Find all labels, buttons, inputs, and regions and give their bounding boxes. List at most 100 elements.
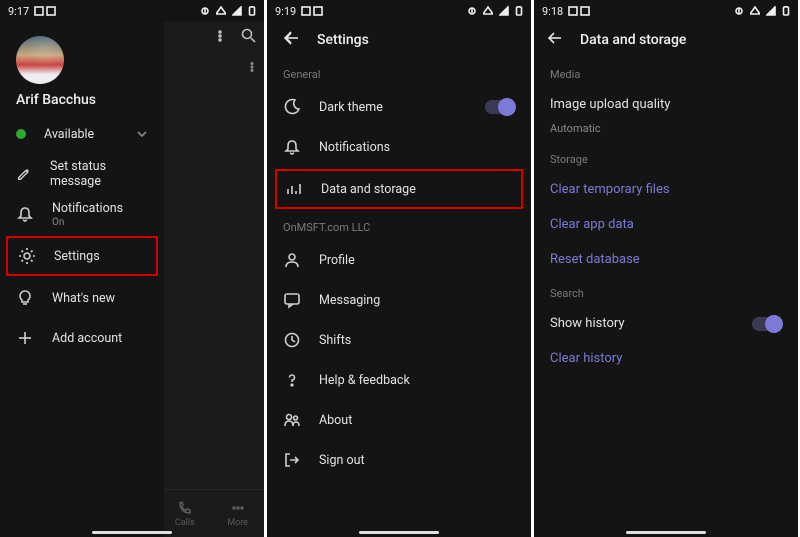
back-icon[interactable] (546, 29, 564, 51)
item-clear-app[interactable]: Clear app data (534, 207, 798, 242)
home-indicator[interactable] (626, 531, 706, 534)
gear-icon (18, 247, 36, 265)
screen-settings: 9:19 Settings General Dark theme (267, 0, 531, 537)
presence-label: Available (44, 127, 94, 142)
chat-icon (283, 291, 301, 309)
drawer-item-add-account[interactable]: Add account (0, 318, 164, 358)
screen-hamburger: 9:17 Arif Bacchus Ava (0, 0, 264, 537)
home-indicator[interactable] (92, 531, 172, 534)
search-icon[interactable] (241, 28, 256, 47)
data-storage-label: Data and storage (321, 182, 416, 197)
statusbar: 9:18 (534, 0, 798, 22)
whats-new-label: What's new (52, 291, 115, 306)
bottom-tab-more[interactable]: More (211, 490, 264, 537)
item-reset-db[interactable]: Reset database (534, 242, 798, 277)
notif-icons (568, 6, 590, 16)
status-right-icons (200, 6, 256, 17)
messaging-label: Messaging (319, 293, 380, 308)
clock: 9:19 (275, 5, 296, 18)
show-history-toggle[interactable] (752, 317, 782, 331)
settings-item-about[interactable]: About (267, 400, 531, 440)
item-image-upload-quality[interactable]: Image upload quality (534, 87, 798, 122)
profile-icon (283, 251, 301, 269)
show-history-label: Show history (550, 316, 625, 331)
signout-label: Sign out (319, 453, 365, 468)
item-show-history[interactable]: Show history (534, 306, 798, 341)
set-status-label: Set status message (50, 159, 148, 189)
drawer-item-set-status[interactable]: Set status message (0, 154, 164, 194)
presence-dot-icon (16, 129, 26, 139)
clear-app-label: Clear app data (550, 217, 634, 232)
screen-data-storage: 9:18 Data and storage Media Image upload… (534, 0, 798, 537)
more-tab-label: More (227, 518, 248, 528)
status-right-icons (734, 6, 790, 17)
appbar: Settings (267, 22, 531, 58)
clear-history-label: Clear history (550, 351, 622, 366)
drawer-item-whats-new[interactable]: What's new (0, 278, 164, 318)
data-icon (285, 180, 303, 198)
notifications-label: Notifications (52, 201, 123, 216)
lightbulb-icon (16, 289, 34, 307)
section-search: Search (534, 277, 798, 306)
back-icon[interactable] (279, 29, 301, 51)
home-indicator[interactable] (359, 531, 439, 534)
reset-db-label: Reset database (550, 252, 640, 267)
plus-icon (16, 329, 34, 347)
bell-icon (16, 205, 34, 223)
section-general: General (267, 58, 531, 87)
avatar[interactable] (16, 36, 64, 84)
notif-icons (34, 6, 56, 16)
clock: 9:17 (8, 5, 29, 18)
about-label: About (319, 413, 352, 428)
item-clear-temp[interactable]: Clear temporary files (534, 172, 798, 207)
dark-theme-label: Dark theme (319, 100, 383, 115)
nav-drawer: Arif Bacchus Available Set status messag… (0, 22, 164, 537)
strip-more-vert-icon[interactable] (246, 58, 258, 77)
drawer-item-notifications[interactable]: Notifications On (0, 194, 164, 234)
notif-icons (301, 6, 323, 16)
shifts-label: Shifts (319, 333, 351, 348)
dark-theme-toggle[interactable] (485, 100, 515, 114)
settings-item-shifts[interactable]: Shifts (267, 320, 531, 360)
settings-item-data-storage[interactable]: Data and storage (275, 169, 523, 209)
help-icon (283, 371, 301, 389)
signout-icon (283, 451, 301, 469)
profile-label: Profile (319, 253, 355, 268)
teams-icon (283, 411, 301, 429)
section-media: Media (534, 58, 798, 87)
settings-label: Settings (54, 249, 100, 264)
moon-icon (283, 98, 301, 116)
section-org: OnMSFT.com LLC (267, 211, 531, 240)
underlying-content-strip (164, 22, 264, 537)
settings-item-messaging[interactable]: Messaging (267, 280, 531, 320)
notifications-sublabel: On (52, 217, 123, 228)
drawer-item-settings[interactable]: Settings (6, 236, 158, 276)
page-title: Data and storage (580, 32, 686, 48)
clear-temp-label: Clear temporary files (550, 182, 670, 197)
page-title: Settings (317, 32, 369, 48)
chevron-down-icon (136, 125, 148, 144)
notifications-label: Notifications (319, 140, 390, 155)
statusbar: 9:17 (0, 0, 264, 22)
section-storage: Storage (534, 143, 798, 172)
calls-tab-label: Calls (175, 518, 195, 528)
settings-item-help[interactable]: Help & feedback (267, 360, 531, 400)
image-upload-quality-value: Automatic (534, 122, 798, 143)
settings-item-dark-theme[interactable]: Dark theme (267, 87, 531, 127)
help-label: Help & feedback (319, 373, 410, 388)
statusbar: 9:19 (267, 0, 531, 22)
settings-item-signout[interactable]: Sign out (267, 440, 531, 480)
more-vert-icon[interactable] (213, 28, 227, 47)
add-account-label: Add account (52, 331, 122, 346)
clock: 9:18 (542, 5, 563, 18)
edit-icon (16, 165, 32, 183)
bottom-tab-calls[interactable]: Calls (158, 490, 211, 537)
image-upload-quality-label: Image upload quality (550, 97, 670, 112)
drawer-item-presence[interactable]: Available (0, 114, 164, 154)
item-clear-history[interactable]: Clear history (534, 341, 798, 376)
settings-item-profile[interactable]: Profile (267, 240, 531, 280)
settings-item-notifications[interactable]: Notifications (267, 127, 531, 167)
appbar: Data and storage (534, 22, 798, 58)
status-right-icons (467, 6, 523, 17)
username: Arif Bacchus (16, 92, 148, 108)
